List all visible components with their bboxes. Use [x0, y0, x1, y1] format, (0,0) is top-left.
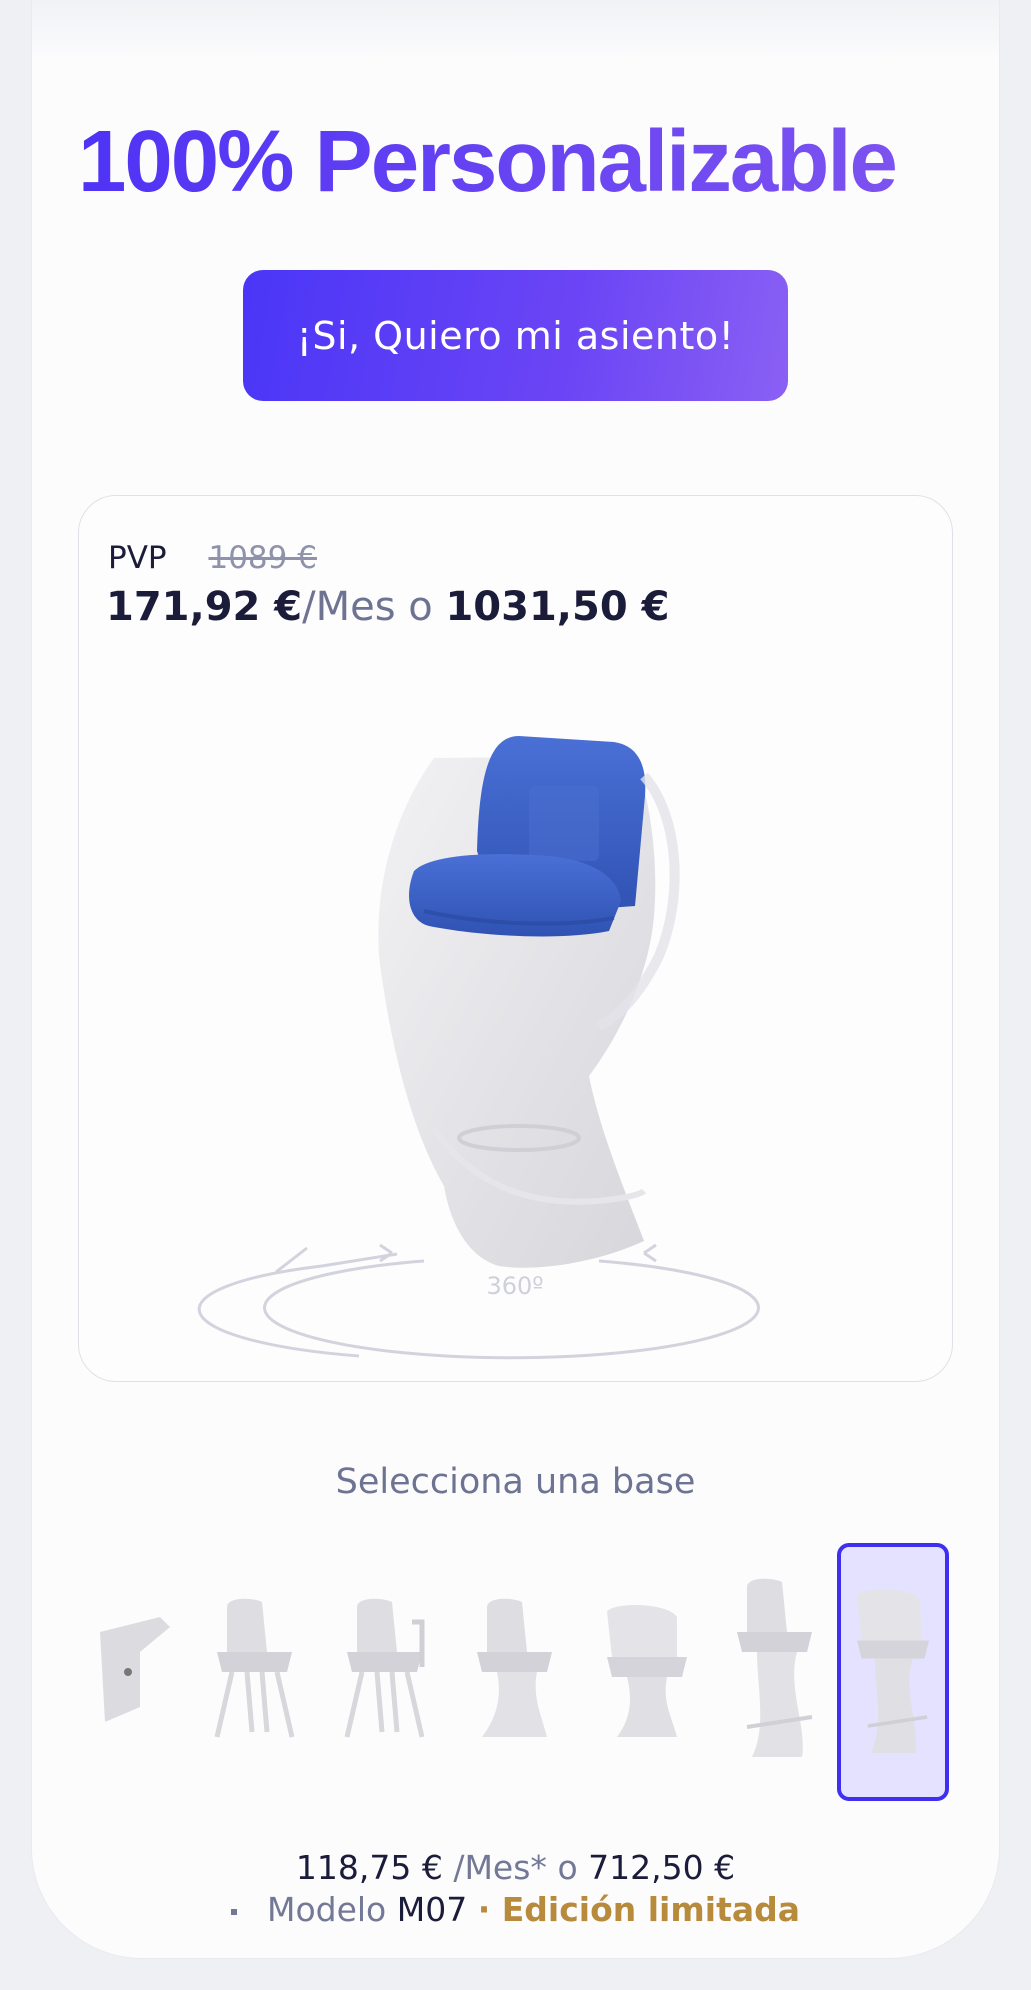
model-label: Modelo	[266, 1890, 387, 1929]
base-selector-label: Selecciona una base	[335, 1462, 696, 1502]
selected-full: 712,50 €	[588, 1848, 736, 1887]
pvp-row: PVP 1089 €	[108, 540, 317, 576]
pvp-label: PVP	[108, 540, 167, 576]
selected-per-month: /Mes*	[453, 1848, 547, 1887]
base-thumb-four-leg-chair[interactable]	[207, 1543, 307, 1801]
page-title: 100% Personalizable	[78, 113, 898, 210]
base-thumb-armchair-pedestal[interactable]	[597, 1543, 697, 1801]
base-thumb-wall-mount[interactable]	[85, 1543, 185, 1801]
model-code: M07	[396, 1890, 468, 1929]
full-price: 1031,50 €	[445, 584, 670, 630]
rotate-360-icon	[197, 1243, 760, 1360]
base-thumb-tall-armchair-stool-selected[interactable]	[837, 1543, 949, 1801]
chair-3d-viewer[interactable]: 360º	[79, 656, 952, 1376]
edition-label: · Edición limitada	[477, 1890, 801, 1929]
selected-or: o	[557, 1848, 578, 1887]
base-thumb-pedestal[interactable]	[467, 1543, 567, 1801]
selected-monthly: 118,75 €	[295, 1848, 443, 1887]
want-seat-button[interactable]: ¡Si, Quiero mi asiento!	[243, 270, 788, 401]
per-month-text: /Mes o	[302, 584, 433, 630]
base-thumb-tall-stool[interactable]	[727, 1543, 827, 1801]
product-card: PVP 1089 € 171,92 €/Mes o 1031,50 € 360º	[78, 495, 953, 1382]
monthly-price: 171,92 €	[106, 584, 303, 630]
base-thumbnails	[85, 1543, 955, 1801]
rotate-label: 360º	[486, 1272, 543, 1300]
price-row: 171,92 €/Mes o 1031,50 €	[106, 584, 669, 630]
base-thumb-four-leg-armchair[interactable]	[337, 1543, 437, 1801]
selected-model-info: Modelo M07 · Edición limitada	[0, 1890, 1031, 1929]
bullet-icon	[230, 1908, 237, 1915]
old-price: 1089 €	[208, 540, 317, 576]
selected-base-price: 118,75 € /Mes* o 712,50 €	[0, 1848, 1031, 1887]
